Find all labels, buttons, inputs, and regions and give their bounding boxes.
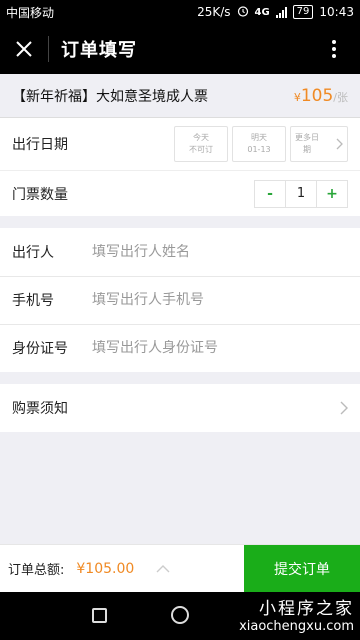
increment-button[interactable]: + bbox=[317, 181, 347, 207]
date-row: 出行日期 今天 不可订 明天 01-13 更多日 期 bbox=[0, 118, 360, 170]
chevron-right-icon bbox=[340, 401, 348, 415]
traveler-name-input[interactable] bbox=[92, 244, 348, 260]
carrier-label: 中国移动 bbox=[6, 5, 55, 20]
id-card-input[interactable] bbox=[92, 340, 348, 356]
price-unit: /张 bbox=[333, 90, 348, 104]
network-speed: 25K/s bbox=[197, 5, 231, 19]
clock: 10:43 bbox=[319, 5, 354, 19]
title-divider bbox=[48, 36, 49, 62]
date-option-today[interactable]: 今天 不可订 bbox=[174, 126, 228, 162]
ticket-notice-label: 购票须知 bbox=[12, 401, 68, 417]
ticket-name: 【新年祈福】大如意圣境成人票 bbox=[12, 88, 208, 105]
phone-input[interactable] bbox=[92, 292, 348, 308]
date-option-tomorrow[interactable]: 明天 01-13 bbox=[232, 126, 286, 162]
signal-icon bbox=[275, 6, 287, 18]
quantity-value[interactable]: 1 bbox=[285, 180, 317, 207]
quantity-stepper: - 1 + bbox=[254, 179, 348, 208]
network-type: 4G bbox=[254, 6, 270, 18]
more-menu-button[interactable] bbox=[316, 24, 352, 74]
date-option-more[interactable]: 更多日 期 bbox=[290, 126, 348, 162]
ticket-summary: 【新年祈福】大如意圣境成人票 ¥105/张 bbox=[0, 74, 360, 118]
quantity-label: 门票数量 bbox=[12, 186, 68, 203]
system-nav-bar: 小程序之家 xiaochengxu.com bbox=[0, 592, 360, 640]
id-card-label: 身份证号 bbox=[12, 341, 68, 357]
chevron-right-icon bbox=[336, 138, 343, 150]
date-label: 出行日期 bbox=[12, 137, 68, 153]
alarm-icon bbox=[237, 5, 249, 20]
date-options: 今天 不可订 明天 01-13 更多日 期 bbox=[174, 126, 348, 162]
quantity-row: 门票数量 - 1 + bbox=[0, 170, 360, 216]
booking-options: 出行日期 今天 不可订 明天 01-13 更多日 期 门票数量 - 1 + bbox=[0, 118, 360, 216]
traveler-form: 出行人 手机号 身份证号 bbox=[0, 228, 360, 372]
price-value: 105 bbox=[300, 85, 334, 106]
title-bar: 订单填写 bbox=[0, 24, 360, 74]
id-card-row: 身份证号 bbox=[0, 324, 360, 372]
price-currency: ¥ bbox=[293, 90, 301, 104]
decrement-button[interactable]: - bbox=[255, 181, 285, 207]
more-dot-icon bbox=[332, 40, 336, 44]
recent-apps-icon[interactable] bbox=[92, 608, 107, 623]
home-icon[interactable] bbox=[171, 606, 189, 624]
phone-label: 手机号 bbox=[12, 293, 54, 309]
close-button[interactable] bbox=[0, 24, 48, 74]
total-label: 订单总额: bbox=[8, 563, 65, 578]
phone-row: 手机号 bbox=[0, 276, 360, 324]
watermark-cn: 小程序之家 bbox=[259, 599, 354, 619]
watermark: 小程序之家 xiaochengxu.com bbox=[239, 594, 354, 634]
status-bar: 中国移动 25K/s 4G 79 10:43 bbox=[0, 0, 360, 24]
total-value: ¥105.00 bbox=[76, 560, 135, 577]
order-bar: 订单总额: ¥105.00 提交订单 bbox=[0, 544, 360, 593]
page-title: 订单填写 bbox=[61, 40, 137, 61]
ticket-notice-row[interactable]: 购票须知 bbox=[0, 384, 360, 432]
submit-order-button[interactable]: 提交订单 bbox=[244, 545, 360, 593]
chevron-up-icon[interactable] bbox=[156, 564, 170, 573]
traveler-name-label: 出行人 bbox=[12, 245, 54, 261]
traveler-name-row: 出行人 bbox=[0, 228, 360, 276]
ticket-price: ¥105/张 bbox=[294, 86, 348, 106]
watermark-en: xiaochengxu.com bbox=[239, 619, 354, 634]
battery-icon: 79 bbox=[292, 5, 314, 19]
close-icon bbox=[16, 41, 32, 57]
